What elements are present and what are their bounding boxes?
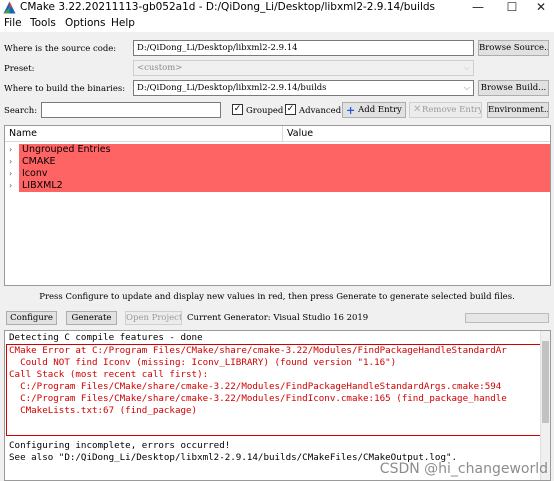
window-title: CMake 3.22.20211113-gb052a1d - D:/QiDong…	[20, 1, 436, 13]
source-path-field[interactable]: D:/QiDong_Li/Desktop/libxml2-2.9.14	[133, 40, 474, 56]
chevron-right-icon[interactable]: ›	[9, 156, 12, 168]
menu-file[interactable]: File	[4, 17, 22, 29]
cmake-logo-icon	[3, 1, 16, 14]
tree-row-ungrouped[interactable]: › Ungrouped Entries	[9, 144, 550, 156]
hint-text: Press Configure to update and display ne…	[39, 292, 515, 302]
search-input[interactable]	[41, 102, 221, 118]
chevron-down-icon: ⌵	[463, 83, 470, 92]
current-generator-label: Current Generator: Visual Studio 16 2019	[187, 313, 369, 323]
advanced-label: Advanced	[299, 106, 342, 116]
tree-row-cmake[interactable]: › CMAKE	[9, 156, 550, 168]
binary-path-combo[interactable]: D:/QiDong_Li/Desktop/libxml2-2.9.14/buil…	[133, 80, 474, 96]
binary-path-value: D:/QiDong_Li/Desktop/libxml2-2.9.14/buil…	[137, 83, 327, 93]
menu-options[interactable]: Options	[65, 17, 106, 29]
source-path-value: D:/QiDong_Li/Desktop/libxml2-2.9.14	[137, 43, 298, 53]
environment-button[interactable]: Environment...	[487, 102, 549, 118]
add-entry-button[interactable]: + Add Entry	[342, 102, 406, 118]
log-line: Could NOT find Iconv (missing: Iconv_LIB…	[9, 357, 397, 368]
tree-row-libxml2[interactable]: › LIBXML2	[9, 180, 550, 192]
binary-label: Where to build the binaries:	[4, 84, 126, 94]
menu-help[interactable]: Help	[111, 17, 135, 29]
log-scrollbar[interactable]	[540, 331, 550, 480]
chevron-right-icon[interactable]: ›	[9, 144, 12, 156]
preset-value: <custom>	[137, 63, 183, 73]
log-line: C:/Program Files/CMake/share/cmake-3.22/…	[9, 393, 507, 404]
log-line: Configuring incomplete, errors occurred!	[9, 440, 231, 451]
chevron-right-icon[interactable]: ›	[9, 168, 12, 180]
plus-icon: +	[346, 104, 356, 117]
maximize-button[interactable]: ☐	[497, 0, 527, 16]
chevron-down-icon: ⌵	[463, 63, 470, 72]
column-header-value[interactable]: Value	[283, 126, 550, 142]
grouped-checkbox[interactable]: ✓	[232, 104, 243, 115]
generate-button[interactable]: Generate	[66, 311, 117, 325]
log-line: Call Stack (most recent call first):	[9, 369, 209, 380]
watermark: CSDN @hi_changeworld	[379, 461, 548, 477]
minimize-button[interactable]: —	[463, 0, 493, 16]
scrollbar-thumb[interactable]	[542, 341, 549, 423]
open-project-button[interactable]: Open Project	[125, 311, 182, 325]
remove-entry-button[interactable]: ✕ Remove Entry	[409, 102, 482, 118]
grouped-label: Grouped	[246, 106, 284, 116]
cache-table[interactable]: Name Value › Ungrouped Entries › CMAKE ›…	[4, 125, 551, 286]
progress-bar	[465, 313, 549, 323]
menu-bar: File Tools Options Help	[0, 16, 554, 32]
remove-icon: ✕	[413, 104, 422, 115]
source-label: Where is the source code:	[4, 44, 117, 54]
preset-dropdown[interactable]: <custom> ⌵	[133, 60, 474, 76]
log-line: CMakeLists.txt:67 (find_package)	[9, 405, 198, 416]
close-button[interactable]: ✕	[526, 0, 554, 16]
advanced-checkbox[interactable]: ✓	[285, 104, 296, 115]
output-log[interactable]: Detecting C compile features - done CMak…	[4, 330, 551, 481]
log-line: CMake Error at C:/Program Files/CMake/sh…	[9, 345, 507, 356]
log-line: C:/Program Files/CMake/share/cmake-3.22/…	[9, 381, 502, 392]
browse-source-button[interactable]: Browse Source...	[478, 40, 549, 56]
log-line: Detecting C compile features - done	[9, 332, 203, 343]
preset-label: Preset:	[4, 64, 35, 74]
configure-button[interactable]: Configure	[6, 311, 57, 325]
title-bar: CMake 3.22.20211113-gb052a1d - D:/QiDong…	[0, 0, 554, 16]
chevron-right-icon[interactable]: ›	[9, 180, 12, 192]
column-header-name[interactable]: Name	[5, 126, 283, 142]
browse-build-button[interactable]: Browse Build...	[478, 80, 549, 96]
menu-tools[interactable]: Tools	[30, 17, 56, 29]
search-label: Search:	[4, 106, 38, 116]
tree-row-iconv[interactable]: › Iconv	[9, 168, 550, 180]
